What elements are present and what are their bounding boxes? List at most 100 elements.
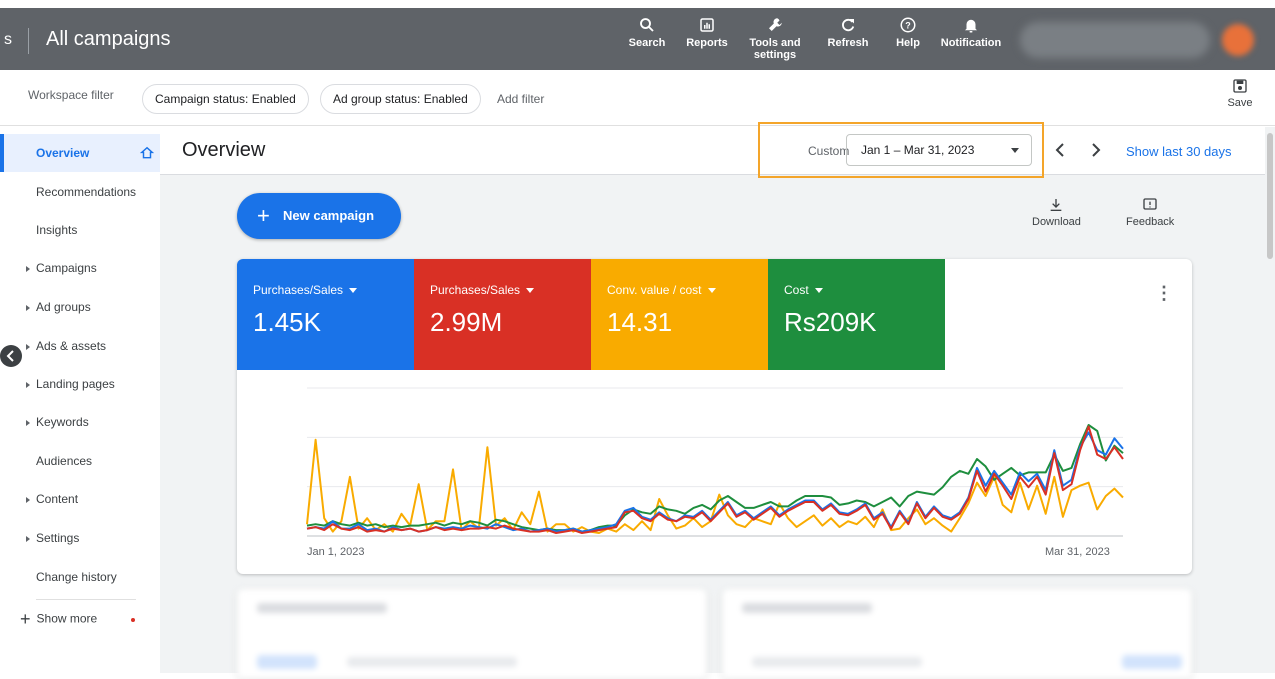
wrench-icon (769, 18, 782, 31)
new-campaign-label: New campaign (283, 208, 375, 223)
metric-value: Rs209K (784, 307, 877, 337)
feedback-label: Feedback (1126, 216, 1175, 228)
search-icon (640, 18, 654, 32)
collapse-sidebar-button[interactable] (0, 345, 22, 367)
refresh-label: Refresh (827, 37, 869, 49)
expand-arrow-icon (26, 343, 30, 350)
sidebar-item-recommendations[interactable]: Recommendations (36, 173, 176, 211)
blurred-card-right (722, 589, 1192, 679)
top-bar: s All campaigns Search Reports Tools and… (0, 8, 1275, 70)
metric-value: 1.45K (253, 307, 321, 337)
expand-arrow-icon (26, 535, 30, 542)
chart-lines (306, 424, 1124, 534)
metric-label-text: Purchases/Sales (430, 283, 521, 297)
tools-and-settings-button[interactable]: Tools and settings (742, 16, 808, 61)
performance-card: Purchases/Sales 1.45K Purchases/Sales 2.… (237, 259, 1192, 574)
sidebar-item-label: Recommendations (36, 185, 137, 199)
sidebar-item-label: Content (36, 492, 79, 506)
account-switcher[interactable] (1020, 22, 1210, 58)
notification-button[interactable]: Notification (934, 16, 1008, 49)
active-indicator (0, 134, 4, 172)
feedback-button[interactable]: Feedback (1126, 197, 1174, 228)
page-title: All campaigns (46, 28, 171, 50)
dropdown-icon (526, 288, 535, 294)
metric-card-purchases-sales[interactable]: Purchases/Sales 1.45K (237, 259, 414, 370)
metric-label[interactable]: Cost (784, 283, 945, 297)
metric-label-text: Cost (784, 283, 809, 297)
sidebar-item-content[interactable]: Content (26, 480, 166, 518)
sidebar-item-label: Settings (36, 531, 80, 545)
save-button[interactable]: Save (1222, 78, 1258, 109)
help-button[interactable]: ? Help (888, 16, 928, 49)
expand-arrow-icon (26, 419, 30, 426)
refresh-button[interactable]: Refresh (822, 16, 874, 49)
filter-chip-campaign-status[interactable]: Campaign status: Enabled (142, 84, 309, 114)
date-custom-label: Custom (808, 144, 850, 158)
download-icon (1051, 199, 1062, 211)
sidebar-item-ads-assets[interactable]: Ads & assets (26, 327, 166, 365)
reports-button[interactable]: Reports (680, 16, 734, 49)
sidebar-item-insights[interactable]: Insights (36, 211, 176, 249)
sidebar-item-landing-pages[interactable]: Landing pages (26, 365, 166, 403)
previous-period-button[interactable] (1052, 141, 1068, 159)
add-filter-button[interactable]: Add filter (497, 92, 544, 106)
filter-bar: Workspace filter Campaign status: Enable… (0, 70, 1275, 126)
sidebar-item-campaigns[interactable]: Campaigns (26, 249, 166, 287)
title-divider (28, 28, 29, 54)
metric-label[interactable]: Purchases/Sales (253, 283, 414, 297)
feedback-icon (1143, 198, 1157, 210)
filter-chip-ad-group-status[interactable]: Ad group status: Enabled (320, 84, 481, 114)
sidebar-item-audiences[interactable]: Audiences (36, 442, 176, 480)
search-button[interactable]: Search (622, 16, 672, 49)
sidebar-item-settings[interactable]: Settings (26, 519, 166, 557)
download-label: Download (1032, 216, 1081, 228)
help-icon: ? (900, 17, 916, 33)
date-range-select[interactable]: Jan 1 – Mar 31, 2023 (846, 134, 1032, 166)
next-period-button[interactable] (1088, 141, 1104, 159)
main-content: Overview Custom Jan 1 – Mar 31, 2023 Sho… (160, 122, 1275, 679)
metric-card-conv-value-cost[interactable]: Conv. value / cost 14.31 (591, 259, 768, 370)
metric-label-text: Purchases/Sales (253, 283, 344, 297)
save-icon (1233, 79, 1247, 93)
title-fragment: s (4, 31, 12, 48)
show-last-30-days-link[interactable]: Show last 30 days (1126, 144, 1232, 159)
scrollbar-thumb[interactable] (1267, 133, 1273, 259)
metric-card-cost[interactable]: Cost Rs209K (768, 259, 945, 370)
sidebar-divider (36, 599, 136, 600)
svg-text:?: ? (905, 20, 911, 30)
home-icon (140, 146, 154, 159)
sidebar-item-label: Landing pages (36, 377, 115, 391)
sidebar-item-label: Ads & assets (36, 339, 107, 353)
sidebar-item-keywords[interactable]: Keywords (26, 403, 166, 441)
sidebar: Overview Recommendations Insights Campai… (0, 127, 160, 673)
sidebar-item-ad-groups[interactable]: Ad groups (26, 288, 166, 326)
date-range-highlight: Custom Jan 1 – Mar 31, 2023 (758, 122, 1044, 178)
expand-arrow-icon (26, 381, 30, 388)
new-campaign-button[interactable]: + New campaign (237, 193, 401, 239)
dropdown-icon (707, 288, 716, 294)
show-more-button[interactable]: + Show more (20, 609, 136, 630)
sidebar-item-label: Ad groups (36, 300, 91, 314)
metric-label[interactable]: Conv. value / cost (607, 283, 768, 297)
date-range-value: Jan 1 – Mar 31, 2023 (861, 143, 975, 157)
refresh-icon (842, 18, 855, 32)
more-options-icon[interactable]: ⋮ (1155, 283, 1173, 304)
reports-label: Reports (686, 37, 728, 49)
sidebar-item-overview[interactable]: Overview (0, 134, 160, 172)
download-button[interactable]: Download (1032, 197, 1081, 228)
performance-line-chart (306, 387, 1124, 537)
metric-label[interactable]: Purchases/Sales (430, 283, 591, 297)
search-label: Search (628, 37, 666, 49)
metric-card-purchases-sales-value[interactable]: Purchases/Sales 2.99M (414, 259, 591, 370)
avatar[interactable] (1222, 24, 1254, 56)
show-more-label: Show more (36, 611, 98, 626)
notification-label: Notification (940, 37, 1002, 49)
scrollbar[interactable] (1265, 127, 1275, 673)
metric-value: 14.31 (607, 307, 673, 337)
sidebar-item-change-history[interactable]: Change history (36, 558, 176, 596)
x-axis-end-label: Mar 31, 2023 (1045, 546, 1110, 558)
caret-down-icon (1011, 148, 1019, 153)
sidebar-item-label: Insights (36, 223, 78, 237)
chart-grid (307, 387, 1123, 537)
blurred-card-left (237, 589, 707, 679)
